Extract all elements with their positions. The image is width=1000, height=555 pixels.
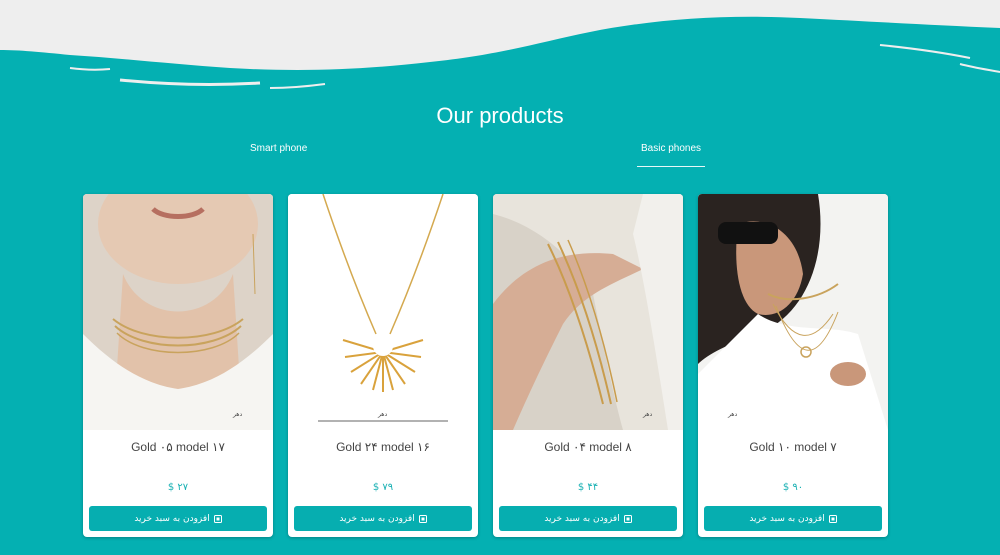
cart-icon [623, 514, 632, 523]
product-price: $ ۲۷ [167, 482, 189, 493]
product-image[interactable]: دهر [698, 194, 888, 430]
svg-text:دهر: دهر [232, 411, 242, 418]
tab-basic-phones[interactable]: Basic phones [637, 143, 706, 167]
product-price: $ ۷۹ [372, 482, 394, 493]
product-price: $ ۴۴ [577, 482, 599, 493]
product-name[interactable]: Gold ۰۵ model ۱۷ [83, 440, 273, 454]
cart-icon [213, 514, 222, 523]
product-card: دهر Gold ۰۵ model ۱۷ $ ۲۷ افزودن به سبد … [83, 194, 273, 537]
svg-text:دهر: دهر [377, 411, 387, 418]
add-to-cart-label: افزودن به سبد خرید [544, 513, 620, 524]
cart-icon [828, 514, 837, 523]
product-card: دهر Gold ۱۰ model ۷ $ ۹۰ افزودن به سبد خ… [698, 194, 888, 537]
add-to-cart-label: افزودن به سبد خرید [749, 513, 825, 524]
add-to-cart-button[interactable]: افزودن به سبد خرید [89, 506, 267, 531]
product-card: دهر Gold ۲۴ model ۱۶ $ ۷۹ افزودن به سبد … [288, 194, 478, 537]
product-image[interactable]: دهر [288, 194, 478, 430]
add-to-cart-label: افزودن به سبد خرید [134, 513, 210, 524]
svg-text:دهر: دهر [727, 411, 737, 418]
add-to-cart-label: افزودن به سبد خرید [339, 513, 415, 524]
header-wave [0, 0, 1000, 89]
product-image[interactable]: دهر [493, 194, 683, 430]
add-to-cart-button[interactable]: افزودن به سبد خرید [704, 506, 882, 531]
svg-text:دهر: دهر [642, 411, 652, 418]
add-to-cart-button[interactable]: افزودن به سبد خرید [294, 506, 472, 531]
product-name[interactable]: Gold ۰۴ model ۸ [493, 440, 683, 454]
product-card: دهر Gold ۰۴ model ۸ $ ۴۴ افزودن به سبد خ… [493, 194, 683, 537]
cart-icon [418, 514, 427, 523]
product-name[interactable]: Gold ۲۴ model ۱۶ [288, 440, 478, 454]
section-title: Our products [436, 103, 564, 128]
product-price: $ ۹۰ [782, 482, 804, 493]
add-to-cart-button[interactable]: افزودن به سبد خرید [499, 506, 677, 531]
tab-smart-phone[interactable]: Smart phone [246, 143, 311, 166]
product-image[interactable]: دهر [83, 194, 273, 430]
product-name[interactable]: Gold ۱۰ model ۷ [698, 440, 888, 454]
